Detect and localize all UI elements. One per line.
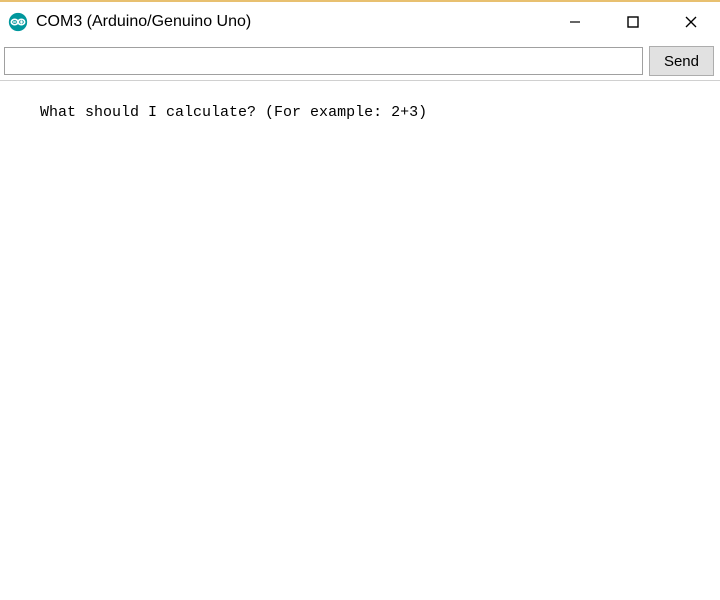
serial-monitor-window: COM3 (Arduino/Genuino Uno) Send What sho… [0,0,720,600]
titlebar: COM3 (Arduino/Genuino Uno) [0,2,720,42]
serial-input[interactable] [4,47,643,75]
arduino-icon [8,12,28,32]
send-button[interactable]: Send [649,46,714,76]
maximize-button[interactable] [604,2,662,42]
output-line: What should I calculate? (For example: 2… [40,104,427,121]
input-toolbar: Send [0,42,720,80]
serial-output[interactable]: What should I calculate? (For example: 2… [0,80,720,600]
close-button[interactable] [662,2,720,42]
minimize-button[interactable] [546,2,604,42]
window-title: COM3 (Arduino/Genuino Uno) [36,13,546,31]
window-controls [546,2,720,42]
